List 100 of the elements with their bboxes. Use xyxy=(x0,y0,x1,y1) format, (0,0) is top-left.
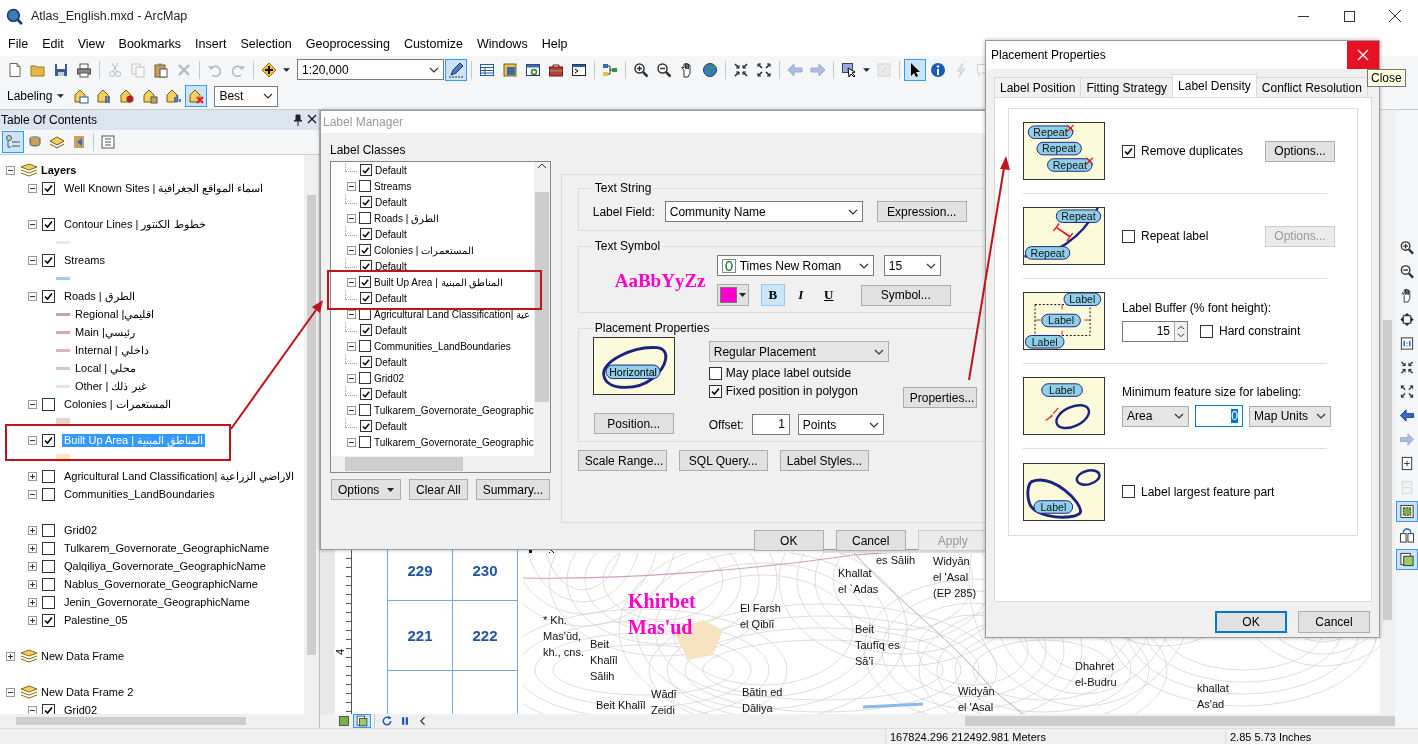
checkbox-label[interactable]: Hard constraint xyxy=(1219,324,1301,338)
checkbox[interactable] xyxy=(360,164,372,176)
layer-name[interactable]: Jenin_Governorate_GeographicName xyxy=(62,596,252,608)
checkbox[interactable] xyxy=(42,541,55,555)
tree-toggle[interactable] xyxy=(347,245,356,255)
checkbox[interactable] xyxy=(359,436,371,448)
tab[interactable]: Conflict Resolution xyxy=(1255,77,1368,97)
dialog-button[interactable]: Cancel xyxy=(1298,611,1370,633)
layer-name[interactable]: Nablus_Governorate_GeographicName xyxy=(62,578,260,590)
menu-item[interactable]: View xyxy=(70,37,112,51)
color-picker-button[interactable] xyxy=(716,284,749,306)
label-class-name[interactable]: Communities_LandBoundaries xyxy=(374,340,511,352)
tree-toggle[interactable] xyxy=(28,399,37,409)
checkbox[interactable] xyxy=(42,523,55,537)
label-class-name[interactable]: Default xyxy=(375,260,407,272)
checkbox[interactable] xyxy=(1200,324,1213,338)
tree-toggle[interactable] xyxy=(28,489,37,499)
measure-dropdown[interactable]: Area xyxy=(1122,405,1189,427)
tree-toggle[interactable] xyxy=(347,437,356,447)
label-class-name[interactable]: Grid02 xyxy=(374,372,404,384)
checkbox[interactable] xyxy=(42,181,55,195)
checkbox[interactable] xyxy=(360,420,372,432)
pencil-icon[interactable] xyxy=(445,58,467,81)
scale-dropdown[interactable]: 1:20,000 xyxy=(297,59,444,80)
checkbox[interactable] xyxy=(42,487,55,501)
layer-name[interactable]: Roads | الطرق xyxy=(62,289,137,303)
checkbox[interactable] xyxy=(42,433,55,447)
tree-toggle[interactable] xyxy=(6,165,15,175)
tree-toggle[interactable] xyxy=(28,543,37,553)
units-dropdown[interactable]: Map Units xyxy=(1249,405,1331,427)
action-button[interactable]: SQL Query... xyxy=(678,450,768,471)
checkbox[interactable] xyxy=(42,289,55,303)
tree-toggle[interactable] xyxy=(28,435,37,445)
tree-toggle[interactable] xyxy=(28,579,37,589)
expression-button[interactable]: Expression... xyxy=(876,201,967,222)
tree-toggle[interactable] xyxy=(347,277,356,287)
layer-name[interactable]: Well Known Sites | اسماء المواقع الجغرافية xyxy=(62,181,266,195)
menu-item[interactable]: Windows xyxy=(469,37,535,51)
label-class-name[interactable]: Default xyxy=(375,388,407,400)
dialog-button[interactable]: OK xyxy=(753,530,824,551)
layer-name[interactable]: Agricultural Land Classification| الاراضي الزراعية xyxy=(62,469,297,483)
label-class-name[interactable]: Tulkarem_Governorate_Geographic xyxy=(374,436,534,448)
layer-name[interactable]: Communities_LandBoundaries xyxy=(62,488,217,500)
caret-icon[interactable] xyxy=(283,67,290,72)
checkbox[interactable] xyxy=(42,217,55,231)
label-class-name[interactable]: Default xyxy=(375,196,407,208)
checkbox[interactable] xyxy=(42,559,55,573)
checkbox[interactable] xyxy=(359,212,371,224)
tab[interactable]: Label Density xyxy=(1172,74,1257,97)
tree-toggle[interactable] xyxy=(28,255,37,265)
layer-name[interactable]: Colonies | المستعمرات xyxy=(62,397,173,411)
layer-name[interactable]: Palestine_05 xyxy=(62,614,130,626)
tree-toggle[interactable] xyxy=(347,309,356,319)
label-class-name[interactable]: Built Up Area | المناطق المبنية xyxy=(374,276,504,288)
tree-toggle[interactable] xyxy=(347,373,356,383)
italic-button[interactable]: I xyxy=(788,284,813,306)
layer-name[interactable]: Grid02 xyxy=(62,704,100,714)
tree-toggle[interactable] xyxy=(347,341,356,351)
label-icon[interactable] xyxy=(185,85,208,107)
checkbox[interactable] xyxy=(42,577,55,591)
dialog-button[interactable]: OK xyxy=(1215,611,1287,633)
symbol-button[interactable]: Symbol... xyxy=(860,284,951,306)
close-button[interactable] xyxy=(1347,41,1379,69)
tab[interactable]: Label Position xyxy=(994,77,1082,97)
close-icon[interactable] xyxy=(1389,10,1401,22)
checkbox[interactable] xyxy=(360,356,372,368)
offset-field[interactable]: 1 xyxy=(751,414,790,435)
dialog-button[interactable]: Cancel xyxy=(835,530,906,551)
label-class-name[interactable]: Default xyxy=(375,420,407,432)
layer-name[interactable]: Streams xyxy=(62,254,107,266)
menu-item[interactable]: Customize xyxy=(396,37,470,51)
menu-item[interactable]: File xyxy=(1,37,36,51)
tree-toggle[interactable] xyxy=(28,183,37,193)
label-class-name[interactable]: Default xyxy=(375,324,407,336)
checkbox[interactable] xyxy=(42,469,55,483)
checkbox[interactable] xyxy=(708,366,722,380)
label-class-name[interactable]: Roads | الطرق xyxy=(374,212,440,224)
label-class-name[interactable]: Tulkarem_Governorate_Geographic xyxy=(374,404,534,416)
tree-toggle[interactable] xyxy=(28,471,37,481)
checkbox-label[interactable]: Label largest feature part xyxy=(1141,484,1275,499)
label-class-name[interactable]: Agricultural Land Classification| عية xyxy=(374,308,531,320)
checkbox-label[interactable]: Repeat label xyxy=(1141,229,1259,243)
checkbox[interactable] xyxy=(708,384,722,398)
label-class-name[interactable]: Default xyxy=(375,356,407,368)
placement-mode-dropdown[interactable]: Regular Placement xyxy=(708,341,889,362)
checkbox[interactable] xyxy=(359,404,371,416)
checkbox[interactable] xyxy=(360,388,372,400)
maximize-icon[interactable] xyxy=(1343,10,1355,22)
position-button[interactable]: Position... xyxy=(593,413,674,434)
tree-toggle[interactable] xyxy=(28,291,37,301)
map-frame-icon[interactable] xyxy=(1395,501,1418,522)
caret-icon[interactable] xyxy=(863,67,870,72)
checkbox[interactable] xyxy=(42,253,55,267)
layer-name[interactable]: Contour Lines | خطوط الكنتور xyxy=(62,217,208,231)
tree-toggle[interactable] xyxy=(28,561,37,571)
action-button[interactable]: Label Styles... xyxy=(779,450,869,471)
data-frame-name[interactable]: Layers xyxy=(41,164,77,176)
menu-item[interactable]: Edit xyxy=(35,37,71,51)
checkbox[interactable] xyxy=(1122,485,1135,498)
action-button[interactable]: Scale Range... xyxy=(577,450,667,471)
